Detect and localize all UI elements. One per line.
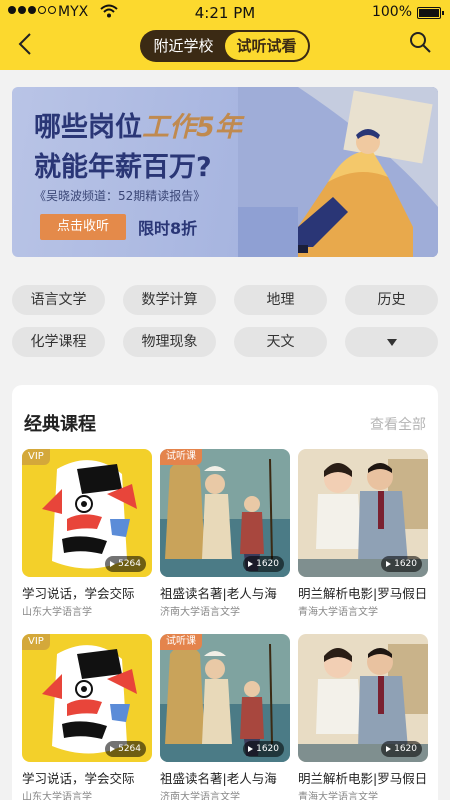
play-count: 5264: [105, 556, 146, 572]
course-card[interactable]: 试听课 1620 祖盛读名著|老人与海 济南大学语言文学: [160, 449, 290, 618]
course-card[interactable]: 1620 明兰解析电影|罗马假日 青海大学语言文学: [298, 449, 428, 618]
play-icon: [110, 745, 116, 752]
classic-courses-panel: 经典课程 查看全部 VIP 5264 学习说话，学会交际 山东大学语言学 试听课…: [12, 385, 438, 800]
listen-now-button[interactable]: 点击收听: [40, 214, 126, 240]
course-school: 济南大学语言文学: [160, 792, 240, 800]
course-card[interactable]: 1620 明兰解析电影|罗马假日 青海大学语言文学: [298, 634, 428, 800]
course-title: 祖盛读名著|老人与海: [160, 771, 277, 786]
course-thumbnail: 1620: [298, 634, 428, 762]
banner-subtitle: 《吴晓波频道：52期精读报告》: [34, 189, 206, 203]
category-chips: 语言文学 数学计算 地理 历史 化学课程 物理现象 天文: [12, 285, 438, 357]
course-thumbnail: VIP 5264: [22, 634, 152, 762]
banner-headline-line2: 就能年薪百万?: [34, 152, 212, 183]
battery-icon: [417, 7, 444, 19]
course-school: 山东大学语言学: [22, 607, 92, 618]
view-all-link[interactable]: 查看全部: [370, 414, 426, 434]
category-chip[interactable]: 化学课程: [12, 327, 105, 357]
course-school: 青海大学语言文学: [298, 607, 378, 618]
mode-segment-control: 附近学校 试听试看: [140, 30, 310, 62]
category-chip[interactable]: 地理: [234, 285, 327, 315]
vip-badge: VIP: [22, 449, 50, 465]
course-thumbnail: VIP 5264: [22, 449, 152, 577]
play-icon: [386, 560, 392, 567]
course-title: 明兰解析电影|罗马假日: [298, 586, 428, 601]
play-icon: [110, 560, 116, 567]
app-header: MYX 4:21 PM 100% 附近学校 试听试看: [0, 0, 450, 70]
play-count: 1620: [381, 741, 422, 757]
play-count: 1620: [381, 556, 422, 572]
course-title: 祖盛读名著|老人与海: [160, 586, 277, 601]
tab-nearby-schools[interactable]: 附近学校: [142, 32, 225, 60]
course-title: 学习说话，学会交际: [22, 586, 135, 601]
back-arrow-icon[interactable]: [14, 32, 38, 56]
play-count: 1620: [243, 556, 284, 572]
vip-badge: VIP: [22, 634, 50, 650]
course-thumbnail: 试听课 1620: [160, 449, 290, 577]
expand-categories-button[interactable]: [345, 327, 438, 357]
discount-label: 限时8折: [138, 219, 198, 238]
status-bar: MYX 4:21 PM 100%: [0, 0, 450, 26]
category-chip[interactable]: 数学计算: [123, 285, 216, 315]
category-chip[interactable]: 物理现象: [123, 327, 216, 357]
course-school: 济南大学语言文学: [160, 607, 240, 618]
course-card[interactable]: VIP 5264 学习说话，学会交际 山东大学语言学: [22, 634, 152, 800]
course-title: 学习说话，学会交际: [22, 771, 135, 786]
search-icon[interactable]: [408, 30, 432, 54]
course-card[interactable]: 试听课 1620 祖盛读名著|老人与海 济南大学语言文学: [160, 634, 290, 800]
course-school: 山东大学语言学: [22, 792, 92, 800]
play-icon: [386, 745, 392, 752]
play-count: 1620: [243, 741, 284, 757]
category-chip[interactable]: 历史: [345, 285, 438, 315]
course-thumbnail: 1620: [298, 449, 428, 577]
dropdown-triangle-icon: [386, 338, 397, 346]
course-thumbnail: 试听课 1620: [160, 634, 290, 762]
course-school: 青海大学语言文学: [298, 792, 378, 800]
course-card[interactable]: VIP 5264 学习说话，学会交际 山东大学语言学: [22, 449, 152, 618]
play-count: 5264: [105, 741, 146, 757]
trial-badge: 试听课: [160, 449, 202, 465]
play-icon: [248, 745, 254, 752]
category-chip[interactable]: 天文: [234, 327, 327, 357]
banner-illustration: [238, 87, 438, 257]
section-title: 经典课程: [24, 414, 96, 435]
category-chip[interactable]: 语言文学: [12, 285, 105, 315]
battery-percent: 100%: [371, 4, 412, 20]
promo-banner[interactable]: 哪些岗位工作5年 就能年薪百万? 《吴晓波频道：52期精读报告》 点击收听 限时…: [12, 87, 438, 257]
tab-trial-lessons[interactable]: 试听试看: [225, 32, 308, 60]
play-icon: [248, 560, 254, 567]
course-title: 明兰解析电影|罗马假日: [298, 771, 428, 786]
trial-badge: 试听课: [160, 634, 202, 650]
banner-headline-line1: 哪些岗位工作5年: [34, 112, 242, 143]
